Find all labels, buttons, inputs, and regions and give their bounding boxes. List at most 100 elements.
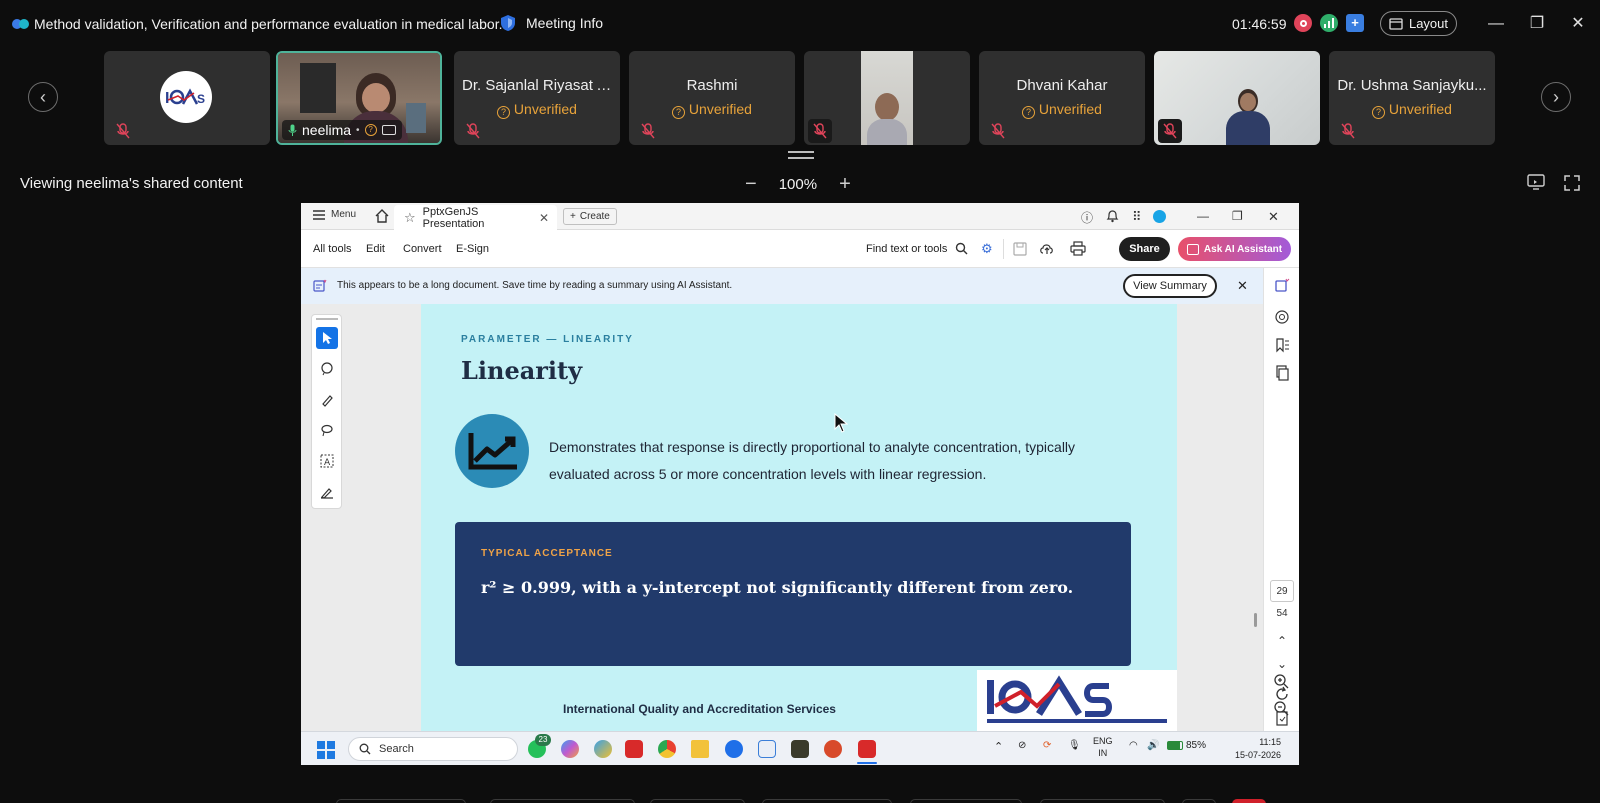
zoom-out-icon[interactable]: [1273, 700, 1289, 716]
question-icon: ?: [497, 106, 511, 119]
zoom-in-button[interactable]: +: [839, 173, 851, 196]
leave-meeting-button[interactable]: [1232, 799, 1266, 803]
tray-overflow-icon[interactable]: ⌃: [994, 740, 1003, 753]
tool-edit[interactable]: Edit: [366, 243, 385, 255]
document-viewport[interactable]: A PARAMETER — LINEARITY Linearity Demons…: [301, 304, 1263, 731]
restore-icon[interactable]: ❐: [1527, 14, 1547, 34]
zoom-app-icon[interactable]: [725, 740, 743, 758]
chrome-icon[interactable]: [658, 740, 676, 758]
close-icon[interactable]: ✕: [1568, 14, 1588, 34]
tool-convert[interactable]: Convert: [403, 243, 442, 255]
participant-video: [861, 51, 913, 145]
bottom-control[interactable]: [1182, 799, 1216, 803]
next-participants-button[interactable]: ›: [1541, 82, 1571, 112]
bottom-control[interactable]: [762, 799, 892, 803]
bottom-control[interactable]: [910, 799, 1022, 803]
wifi-icon[interactable]: ◠: [1129, 740, 1138, 751]
participant-tile-active[interactable]: neelima • ?: [276, 51, 442, 145]
sign-tool-icon[interactable]: [316, 481, 338, 503]
print-icon[interactable]: [1070, 241, 1086, 256]
acrobat-active-icon[interactable]: [858, 740, 876, 758]
select-tool-icon[interactable]: [316, 327, 338, 349]
battery-indicator[interactable]: 85%: [1167, 740, 1206, 751]
file-explorer-icon[interactable]: [691, 740, 709, 758]
meeting-info-button[interactable]: Meeting Info: [500, 14, 603, 32]
search-icon: [956, 242, 968, 255]
language-indicator[interactable]: ENG IN: [1093, 735, 1113, 759]
tray-offline-icon[interactable]: ⊘: [1018, 740, 1026, 751]
tool-all-tools[interactable]: All tools: [313, 243, 352, 255]
pages-rail-icon[interactable]: [1274, 365, 1290, 381]
zoom-in-icon[interactable]: [1273, 673, 1289, 689]
assistant-app-icon[interactable]: [594, 740, 612, 758]
apps-grid-icon[interactable]: ⠿: [1132, 209, 1142, 225]
participant-tile[interactable]: Rashmi ? Unverified: [629, 51, 795, 145]
scrollbar-thumb[interactable]: [1254, 613, 1257, 627]
document-tab[interactable]: ☆ PptxGenJS Presentation ✕: [394, 205, 557, 230]
comments-rail-icon[interactable]: [1274, 309, 1290, 325]
text-box-tool-icon[interactable]: A: [316, 450, 338, 472]
cloud-upload-icon[interactable]: [1039, 241, 1055, 256]
help-icon[interactable]: ⓘ: [1081, 209, 1093, 226]
create-button[interactable]: + Create: [563, 208, 617, 225]
powerpoint-icon[interactable]: [824, 740, 842, 758]
tool-esign[interactable]: E-Sign: [456, 243, 489, 255]
acrobat-menu-button[interactable]: Menu: [313, 209, 356, 220]
participant-tile[interactable]: I S: [104, 51, 270, 145]
zoom-out-button[interactable]: −: [745, 173, 757, 196]
highlight-tool-icon[interactable]: [316, 389, 338, 411]
minimize-icon[interactable]: —: [1486, 14, 1506, 34]
sticky-app-icon[interactable]: [791, 740, 809, 758]
svg-text:I: I: [165, 90, 169, 107]
participant-tile[interactable]: Dhvani Kahar ? Unverified: [979, 51, 1145, 145]
add-app-icon[interactable]: +: [1346, 14, 1364, 32]
next-page-icon[interactable]: ⌄: [1274, 657, 1290, 673]
participant-tile[interactable]: Dr. Ushma Sanjayku... ? Unverified: [1329, 51, 1495, 145]
previous-participants-button[interactable]: ‹: [28, 82, 58, 112]
draw-tool-icon[interactable]: [316, 419, 338, 441]
home-icon[interactable]: [374, 208, 390, 224]
ask-ai-assistant-button[interactable]: Ask AI Assistant: [1178, 237, 1291, 261]
bottom-control[interactable]: [490, 799, 635, 803]
participant-tile[interactable]: [1154, 51, 1320, 145]
ai-assistant-rail-icon[interactable]: [1274, 278, 1290, 294]
taskbar-search[interactable]: Search: [348, 737, 518, 761]
save-icon[interactable]: [1013, 242, 1027, 256]
banner-close-icon[interactable]: ✕: [1237, 278, 1248, 294]
taskbar-clock[interactable]: 11:15 15-07-2026: [1235, 736, 1281, 762]
star-icon[interactable]: ☆: [404, 210, 416, 226]
account-avatar[interactable]: [1153, 210, 1166, 223]
tray-sync-icon[interactable]: ⟳: [1043, 740, 1051, 751]
layout-button[interactable]: Layout: [1380, 11, 1457, 36]
fullscreen-icon[interactable]: [1564, 175, 1580, 191]
volume-icon[interactable]: 🔊: [1147, 740, 1159, 751]
participant-tile[interactable]: [804, 51, 970, 145]
bell-icon[interactable]: [1106, 209, 1119, 223]
copilot-icon[interactable]: [561, 740, 579, 758]
share-button[interactable]: Share: [1119, 237, 1170, 261]
network-stats-icon[interactable]: [1320, 14, 1338, 32]
acrobat-restore-icon[interactable]: ❐: [1232, 209, 1243, 223]
bottom-control[interactable]: [650, 799, 745, 803]
current-page-input[interactable]: 29: [1270, 580, 1294, 602]
bookmark-rail-icon[interactable]: [1274, 337, 1290, 353]
view-summary-button[interactable]: View Summary: [1123, 274, 1217, 298]
acrobat-taskbar-icon[interactable]: [625, 740, 643, 758]
find-tools-button[interactable]: Find text or tools: [866, 242, 968, 255]
participant-tile[interactable]: Dr. Sajanlal Riyasat Ali ? Unverified: [454, 51, 620, 145]
snipping-tool-icon[interactable]: [758, 740, 776, 758]
recording-icon[interactable]: [1294, 14, 1312, 32]
comment-tool-icon[interactable]: [316, 358, 338, 380]
tray-mic-icon[interactable]: 🎙: [1068, 740, 1081, 751]
acrobat-minimize-icon[interactable]: —: [1197, 209, 1209, 223]
strip-resize-handle[interactable]: [788, 151, 814, 159]
windows-start-icon[interactable]: [317, 741, 335, 759]
bottom-control[interactable]: [336, 799, 466, 803]
close-tab-icon[interactable]: ✕: [539, 211, 549, 225]
screen-view-icon[interactable]: [1527, 174, 1545, 190]
acrobat-close-icon[interactable]: ✕: [1268, 209, 1279, 225]
mic-on-icon: [288, 124, 297, 136]
previous-page-icon[interactable]: ⌃: [1274, 634, 1290, 650]
customize-toolbar-icon[interactable]: ⚙: [981, 241, 993, 257]
bottom-control[interactable]: [1040, 799, 1165, 803]
